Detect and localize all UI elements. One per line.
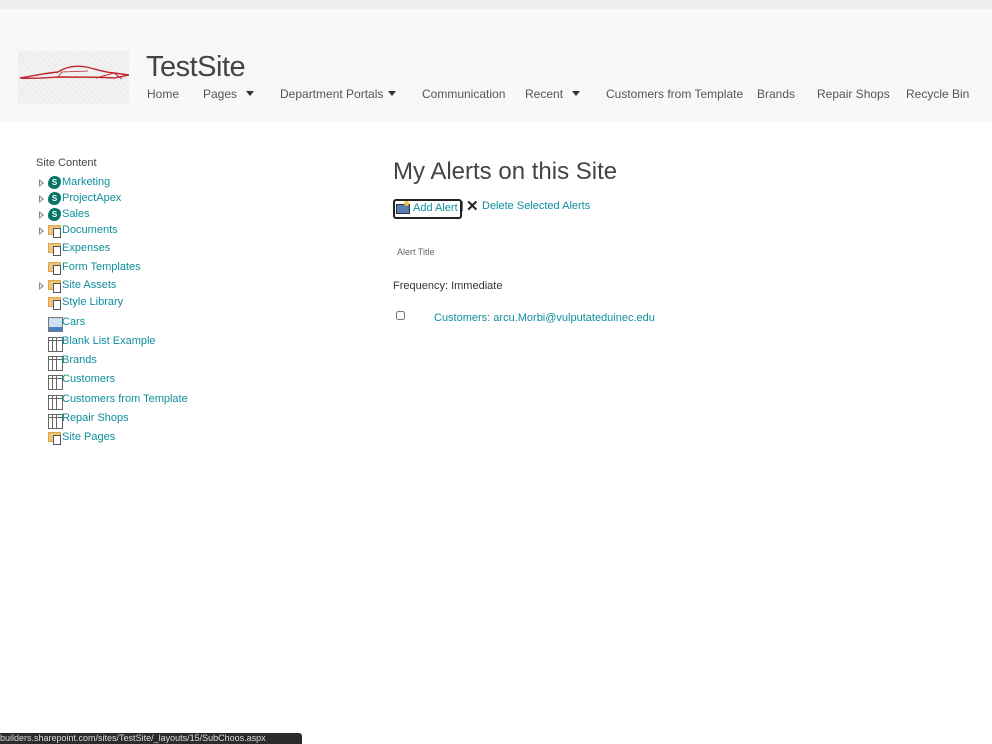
- document-library-icon: [48, 261, 61, 275]
- site-content-heading: Site Content: [36, 157, 97, 169]
- tree-item-label[interactable]: Site Assets: [62, 279, 116, 291]
- frequency-group-label: Frequency: Immediate: [393, 280, 503, 292]
- alert-title-column-header[interactable]: Alert Title: [397, 247, 435, 257]
- tree-item-label[interactable]: ProjectApex: [62, 192, 121, 204]
- expand-icon[interactable]: [39, 179, 44, 187]
- alert-title-link[interactable]: Customers: arcu.Morbi@vulputateduinec.ed…: [434, 312, 655, 324]
- document-library-icon: [48, 296, 61, 310]
- car-logo-icon: [19, 65, 129, 80]
- subsite-icon: S: [48, 208, 61, 221]
- add-alert-button[interactable]: Add Alert: [393, 199, 462, 219]
- tree-item-label[interactable]: Repair Shops: [62, 412, 129, 424]
- tree-item-label[interactable]: Sales: [62, 208, 90, 220]
- alert-select-checkbox[interactable]: [396, 311, 405, 320]
- alert-row: Customers: arcu.Morbi@vulputateduinec.ed…: [393, 309, 693, 327]
- tree-item-label[interactable]: Blank List Example: [62, 335, 156, 347]
- site-content-tree: Site Content S Marketing S ProjectApex S…: [36, 157, 276, 445]
- browser-top-strip: [0, 0, 992, 9]
- expand-icon[interactable]: [39, 227, 44, 235]
- subsite-icon: S: [48, 176, 61, 189]
- page-title: My Alerts on this Site: [393, 158, 618, 185]
- list-icon: [48, 414, 63, 429]
- delete-selected-alerts-button[interactable]: Delete Selected Alerts: [482, 200, 590, 212]
- tree-item-label[interactable]: Documents: [62, 224, 118, 236]
- list-icon: [48, 356, 63, 371]
- delete-icon[interactable]: ✕: [466, 199, 479, 215]
- tree-item-label[interactable]: Customers: [62, 373, 115, 385]
- nav-department-portals[interactable]: Department Portals: [280, 87, 383, 101]
- subsite-icon: S: [48, 192, 61, 205]
- tree-item-label[interactable]: Cars: [62, 316, 85, 328]
- tree-item-label[interactable]: Form Templates: [62, 261, 141, 273]
- tree-item-label[interactable]: Expenses: [62, 242, 110, 254]
- pages-dropdown-icon[interactable]: [246, 91, 254, 96]
- add-alert-sparkle-icon: [404, 201, 409, 206]
- site-header: TestSite Home Pages Department Portals C…: [0, 9, 992, 121]
- status-bar-url: builders.sharepoint.com/sites/TestSite/_…: [0, 733, 302, 744]
- toolbar-separator: |: [461, 200, 464, 212]
- nav-recycle-bin[interactable]: Recycle Bin: [906, 87, 969, 101]
- recent-dropdown-icon[interactable]: [572, 91, 580, 96]
- document-library-icon: [48, 279, 61, 293]
- picture-library-icon: [48, 317, 63, 332]
- nav-home[interactable]: Home: [147, 87, 179, 101]
- nav-pages[interactable]: Pages: [203, 87, 237, 101]
- list-icon: [48, 395, 63, 410]
- nav-communication[interactable]: Communication: [422, 87, 505, 101]
- list-icon: [48, 337, 63, 352]
- document-library-icon: [48, 242, 61, 256]
- expand-icon[interactable]: [39, 195, 44, 203]
- expand-icon[interactable]: [39, 282, 44, 290]
- nav-repair-shops[interactable]: Repair Shops: [817, 87, 890, 101]
- tree-item-label[interactable]: Site Pages: [62, 431, 115, 443]
- department-portals-dropdown-icon[interactable]: [388, 91, 396, 96]
- expand-icon[interactable]: [39, 211, 44, 219]
- tree-item-label[interactable]: Style Library: [62, 296, 123, 308]
- tree-item-label[interactable]: Marketing: [62, 176, 110, 188]
- tree-item-label[interactable]: Customers from Template: [62, 393, 188, 405]
- nav-brands[interactable]: Brands: [757, 87, 795, 101]
- add-alert-label: Add Alert: [413, 202, 458, 214]
- nav-customers-from-template[interactable]: Customers from Template: [606, 87, 743, 101]
- nav-recent[interactable]: Recent: [525, 87, 563, 101]
- tree-item-label[interactable]: Brands: [62, 354, 97, 366]
- list-icon: [48, 375, 63, 390]
- document-library-icon: [48, 224, 61, 238]
- site-logo[interactable]: [18, 51, 129, 104]
- site-title[interactable]: TestSite: [146, 51, 246, 84]
- document-library-icon: [48, 431, 61, 445]
- status-url-text: builders.sharepoint.com/sites/TestSite/_…: [0, 733, 266, 743]
